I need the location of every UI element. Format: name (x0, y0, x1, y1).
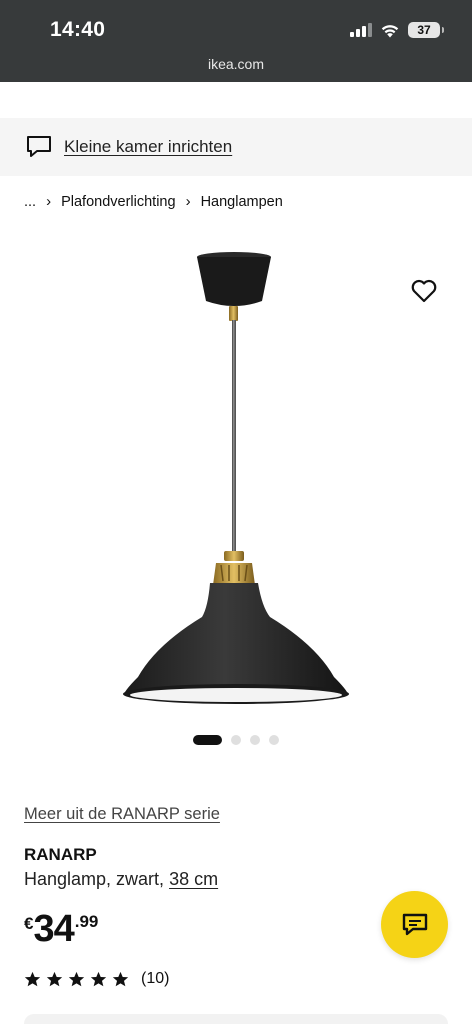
breadcrumb-item-hanglampen[interactable]: Hanglampen (201, 194, 283, 210)
banner-link[interactable]: Kleine kamer inrichten (64, 137, 232, 157)
series-link[interactable]: Meer uit de RANARP serie (24, 805, 220, 824)
carousel-dot[interactable] (269, 735, 279, 745)
address-bar-url[interactable]: ikea.com (0, 56, 472, 72)
star-icon (68, 971, 85, 986)
star-icon (24, 971, 41, 986)
star-icon (112, 971, 129, 986)
cellular-signal-icon (350, 23, 372, 37)
black-pendant-lamp-image[interactable] (110, 245, 362, 715)
status-bar: 14:40 37 ikea.com (0, 0, 472, 82)
chat-bubble-icon (402, 913, 427, 935)
product-description: Hanglamp, zwart, 38 cm (24, 869, 218, 890)
battery-icon: 37 (408, 22, 444, 38)
chat-button[interactable] (381, 891, 448, 958)
price-currency: € (24, 914, 34, 933)
breadcrumb-item-plafondverlichting[interactable]: Plafondverlichting (61, 194, 175, 210)
star-icon (90, 971, 107, 986)
room-inspiration-banner[interactable]: Kleine kamer inrichten (0, 118, 472, 176)
chevron-right-icon: › (46, 193, 52, 210)
status-time: 14:40 (50, 18, 106, 41)
chat-bubble-outline-icon (27, 136, 51, 157)
status-icons: 37 (350, 22, 444, 38)
breadcrumb-ellipsis[interactable]: ... (24, 194, 36, 210)
product-name: RANARP (24, 845, 97, 864)
product-description-text: Hanglamp, zwart, (24, 869, 165, 889)
star-icon (46, 971, 63, 986)
chevron-right-icon: › (185, 193, 191, 210)
rating-stars (24, 971, 129, 988)
carousel-dot[interactable] (231, 735, 241, 745)
favorite-heart-icon[interactable] (410, 278, 438, 304)
size-link[interactable]: 38 cm (169, 869, 218, 889)
breadcrumb: ... › Plafondverlichting › Hanglampen (24, 193, 283, 210)
price-integer: 34 (33, 908, 74, 950)
review-count[interactable]: (10) (141, 970, 169, 988)
carousel-dot[interactable] (250, 735, 260, 745)
product-price: € 34 .99 (24, 908, 98, 950)
price-decimal: .99 (74, 912, 99, 931)
carousel-dot[interactable] (193, 735, 222, 745)
product-rating[interactable]: (10) (24, 970, 169, 988)
wifi-icon (381, 24, 399, 37)
image-carousel-indicator (193, 735, 279, 745)
next-section-card (24, 1014, 448, 1024)
